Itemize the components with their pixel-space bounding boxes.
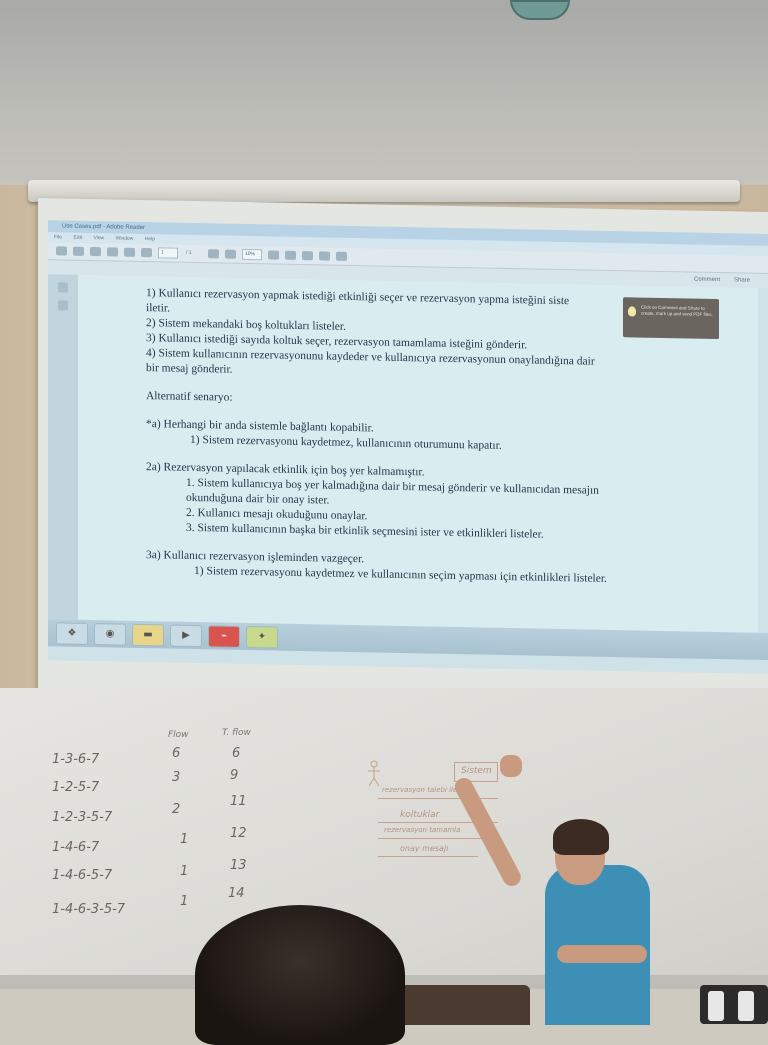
flow-cell: 3 — [172, 770, 181, 785]
message-label: rezervasyon tamamla — [384, 826, 461, 834]
windows-start-icon[interactable]: ❖ — [56, 621, 88, 645]
message-label: rezervasyon talebi iletir — [382, 786, 465, 794]
zoom-select[interactable]: 10% — [242, 248, 262, 261]
path-cell: 1-3-6-7 — [52, 752, 100, 767]
attachments-icon[interactable] — [58, 300, 68, 311]
tflow-header: T. flow — [222, 728, 251, 738]
flow-cell: 2 — [172, 802, 181, 817]
page-number-input[interactable]: 1 — [158, 247, 178, 259]
student-head — [195, 905, 405, 1045]
menu-window[interactable]: Window — [116, 235, 134, 241]
message-label: koltuklar — [400, 810, 440, 820]
path-cell: 1-2-3-5-7 — [52, 810, 113, 825]
adobe-reader-icon[interactable]: ⌁ — [208, 624, 240, 648]
tooltip-text: Click on Comment and Share to create, ma… — [641, 304, 713, 317]
comment-share-tooltip[interactable]: Click on Comment and Share to create, ma… — [623, 297, 719, 340]
pdf-page: 1) Kullanıcı rezervasyon yapmak istediği… — [78, 274, 758, 633]
print-icon[interactable] — [90, 246, 101, 257]
prev-page-icon[interactable] — [124, 247, 135, 257]
flow-cell: 1 — [180, 864, 189, 879]
email-icon[interactable] — [107, 247, 118, 257]
tflow-cell: 9 — [230, 768, 239, 783]
fullscreen-icon[interactable] — [336, 251, 347, 261]
next-page-icon[interactable] — [141, 247, 152, 258]
ceiling — [0, 0, 768, 195]
flow-cell: 1 — [180, 832, 189, 847]
instructor-hand — [500, 755, 522, 777]
instructor-hair — [553, 819, 609, 855]
projector-screen: Use Cases.pdf - Adobe Reader File Edit V… — [38, 198, 768, 723]
lightbulb-icon — [628, 306, 636, 317]
fit-width-icon[interactable] — [285, 250, 296, 260]
zoom-out-icon[interactable] — [208, 249, 219, 259]
tflow-cell: 14 — [228, 886, 245, 901]
speaker-device — [700, 985, 768, 1024]
media-player-icon[interactable]: ▶ — [170, 624, 202, 647]
menu-edit[interactable]: Edit — [73, 235, 82, 241]
chair-back — [395, 985, 530, 1025]
save-icon[interactable] — [73, 246, 84, 256]
share-tab[interactable]: Share — [734, 277, 750, 283]
menu-file[interactable]: File — [54, 234, 62, 240]
tflow-cell: 6 — [232, 746, 241, 761]
path-cell: 1-4-6-5-7 — [52, 868, 113, 883]
tflow-cell: 11 — [230, 794, 247, 809]
path-cell: 1-2-5-7 — [52, 780, 100, 795]
actor-stick-figure — [368, 760, 380, 787]
message-arrow — [378, 856, 478, 857]
app-icon[interactable]: ✦ — [246, 625, 278, 649]
path-cell: 1-4-6-3-5-7 — [52, 902, 126, 917]
comment-icon[interactable] — [302, 251, 313, 261]
page-total: / 1 — [186, 249, 192, 256]
zoom-in-icon[interactable] — [225, 249, 236, 259]
sign-icon[interactable] — [319, 251, 330, 261]
tflow-cell: 13 — [230, 858, 247, 873]
pages-icon[interactable] — [58, 282, 68, 293]
menu-help[interactable]: Help — [145, 236, 155, 242]
fit-page-icon[interactable] — [268, 250, 279, 260]
flow-cell: 1 — [180, 894, 189, 909]
window-title: Use Cases.pdf - Adobe Reader — [62, 223, 146, 232]
projected-desktop: Use Cases.pdf - Adobe Reader File Edit V… — [48, 220, 768, 675]
chrome-icon[interactable]: ◉ — [94, 622, 126, 646]
projector-screen-roller — [28, 180, 740, 202]
folder-icon[interactable]: ▬ — [132, 623, 164, 646]
flow-cell: 6 — [172, 746, 181, 761]
navigation-pane — [48, 274, 78, 620]
system-label: Sistem — [461, 766, 492, 776]
open-icon[interactable] — [56, 246, 67, 256]
tflow-cell: 12 — [230, 826, 247, 841]
flow-header: Flow — [168, 730, 189, 740]
path-cell: 1-4-6-7 — [52, 840, 100, 855]
menu-view[interactable]: View — [93, 235, 104, 241]
instructor-forearm — [557, 945, 647, 963]
message-label: onay mesajı — [400, 844, 449, 853]
ceiling-light — [510, 0, 570, 20]
comment-tab[interactable]: Comment — [694, 277, 720, 283]
